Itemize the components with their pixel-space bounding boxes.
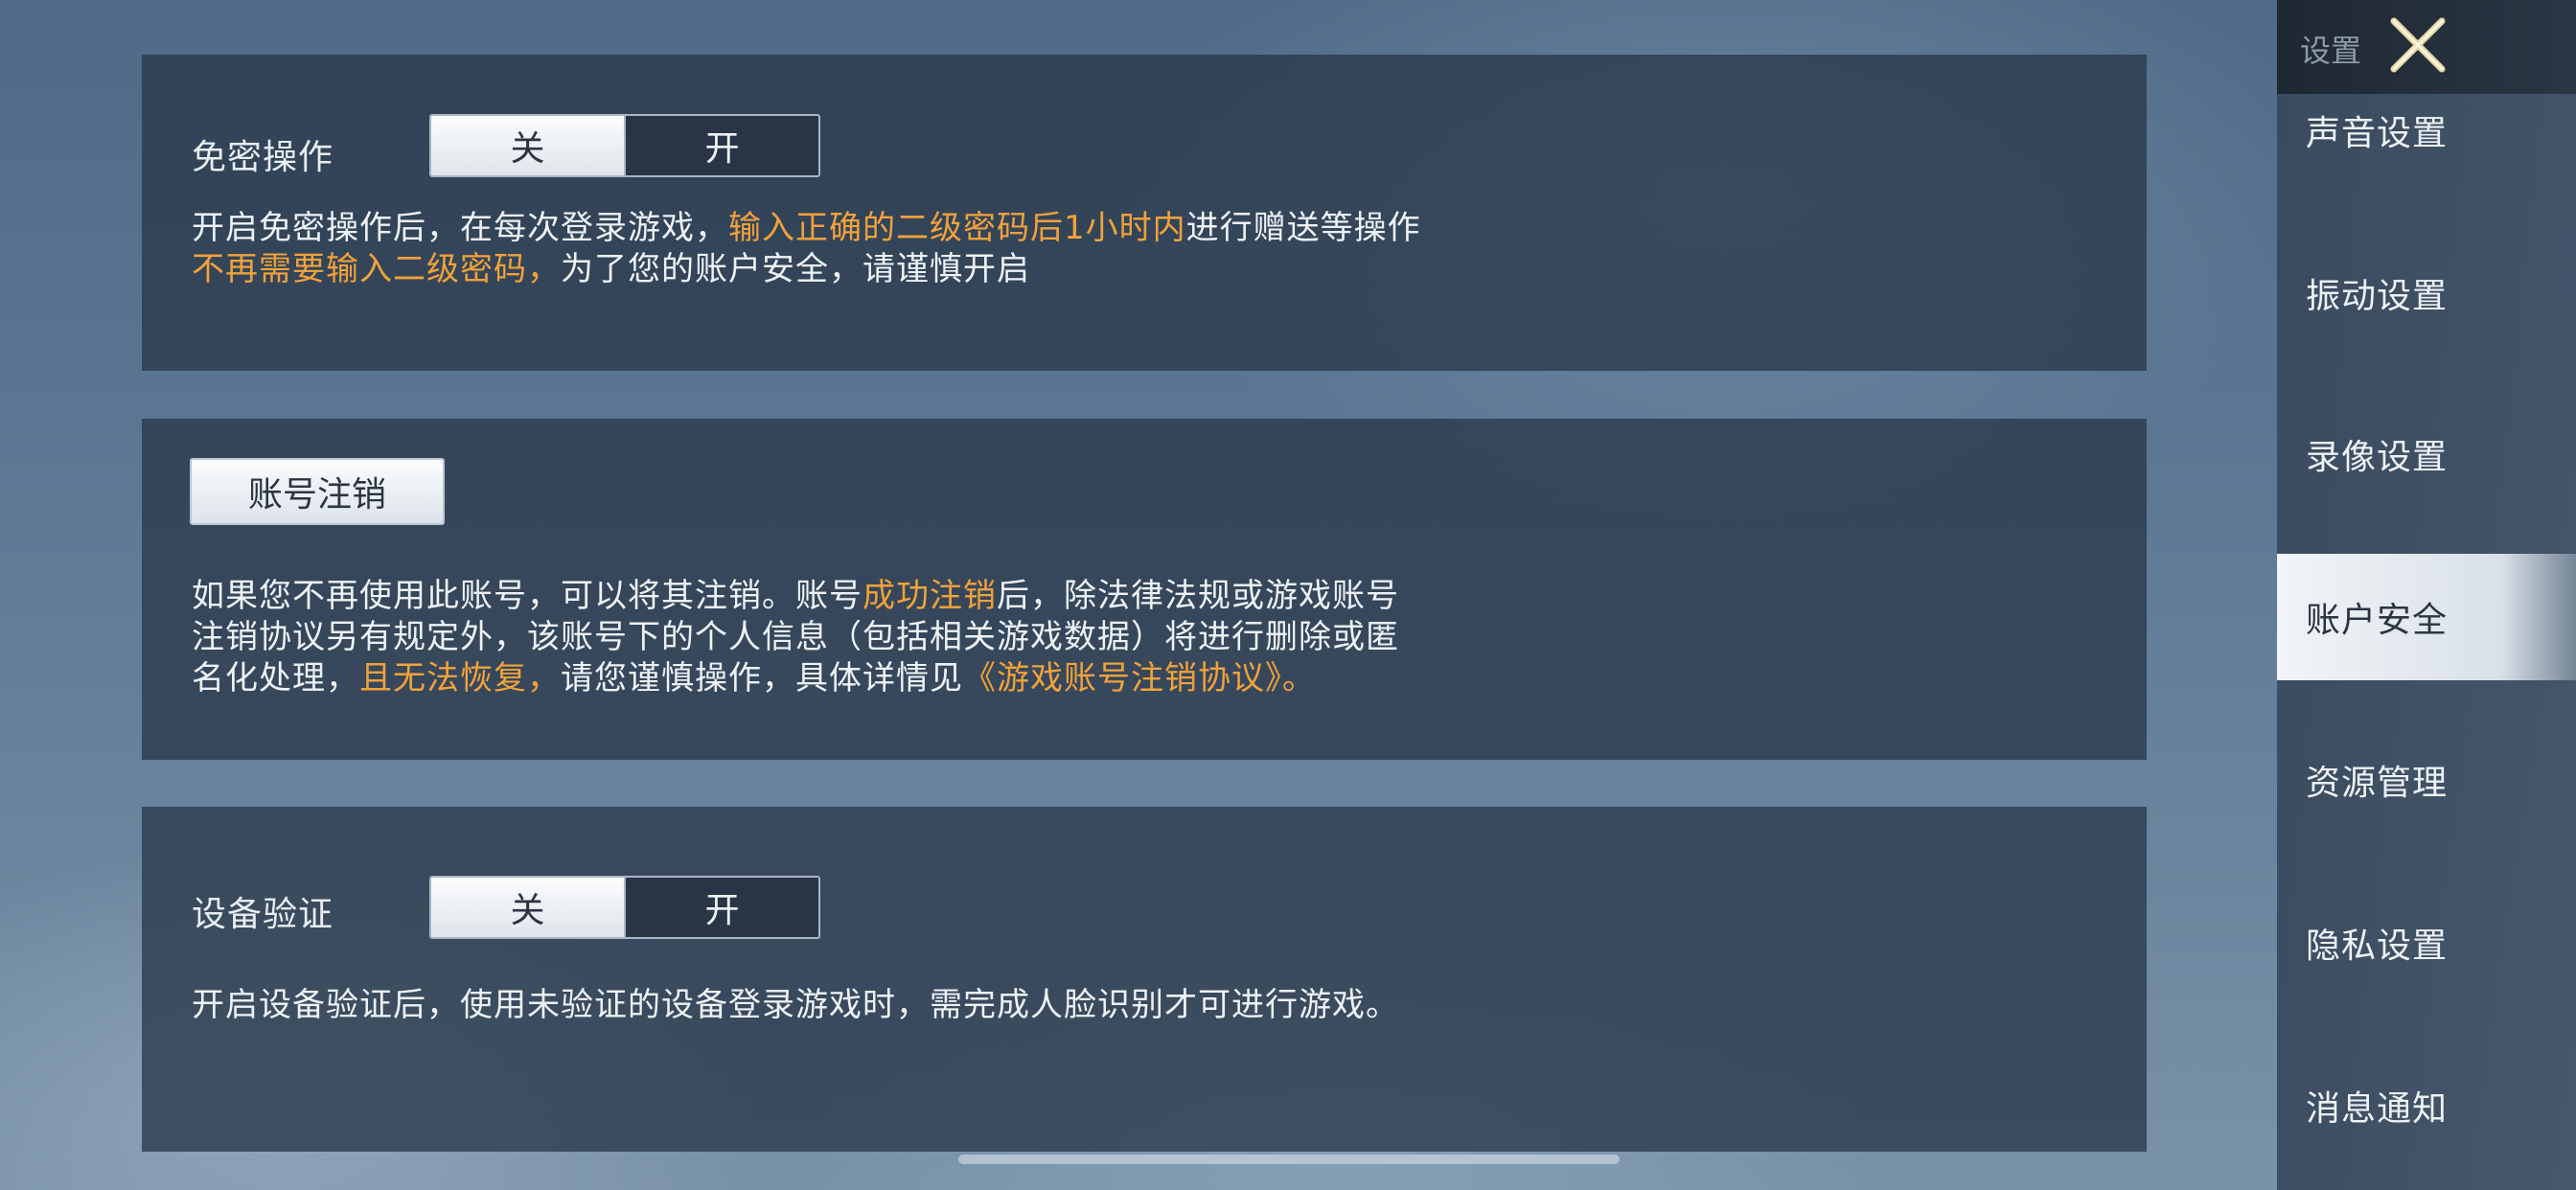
password-free-toggle-off[interactable]: 关 xyxy=(431,116,624,175)
password-free-toggle[interactable]: 关 开 xyxy=(429,114,820,177)
account-cancel-description: 如果您不再使用此账号，可以将其注销。账号成功注销后，除法律法规或游戏账号 注销协… xyxy=(192,576,1399,699)
sidebar-item-recording[interactable]: 录像设置 xyxy=(2277,391,2576,517)
desc-text: 注销协议另有规定外，该账号下的个人信息（包括相关游戏数据）将进行删除或匿 xyxy=(192,618,1399,656)
close-button[interactable] xyxy=(2384,15,2451,75)
desc-text: 进行赠送等操作 xyxy=(1185,209,1421,247)
sidebar-item-label: 振动设置 xyxy=(2306,277,2449,316)
sidebar-item-label: 录像设置 xyxy=(2306,438,2449,477)
device-verify-label: 设备验证 xyxy=(192,895,334,934)
desc-highlight: 且无法恢复， xyxy=(359,659,561,698)
password-free-label: 免密操作 xyxy=(192,138,334,177)
sidebar-item-label: 声音设置 xyxy=(2306,114,2449,153)
desc-text: 后，除法律法规或游戏账号 xyxy=(997,577,1399,615)
sidebar-item-label: 资源管理 xyxy=(2306,764,2449,803)
cancel-agreement-link[interactable]: 《游戏账号注销协议》。 xyxy=(963,659,1316,698)
desc-highlight: 成功注销 xyxy=(862,577,997,615)
desc-text: 请您谨慎操作，具体详情见 xyxy=(561,659,963,698)
sidebar-item-label: 消息通知 xyxy=(2306,1089,2449,1129)
settings-sidebar: 设置 声音设置 振动设置 录像设置 账户安全 资源管理 隐私设置 消息通知 xyxy=(2277,0,2576,1190)
password-free-panel: 免密操作 关 开 开启免密操作后，在每次登录游戏，输入正确的二级密码后1小时内进… xyxy=(142,55,2147,371)
sidebar-item-vibration[interactable]: 振动设置 xyxy=(2277,230,2576,356)
sidebar-title: 设置 xyxy=(2300,33,2362,69)
sidebar-item-label: 隐私设置 xyxy=(2306,927,2449,966)
sidebar-item-notifications[interactable]: 消息通知 xyxy=(2277,1042,2576,1169)
sidebar-item-privacy[interactable]: 隐私设置 xyxy=(2277,880,2576,1006)
password-free-description: 开启免密操作后，在每次登录游戏，输入正确的二级密码后1小时内进行赠送等操作 不再… xyxy=(192,208,1421,290)
account-cancel-panel: 账号注销 如果您不再使用此账号，可以将其注销。账号成功注销后，除法律法规或游戏账… xyxy=(142,419,2147,760)
device-verify-panel: 设备验证 关 开 开启设备验证后，使用未验证的设备登录游戏时，需完成人脸识别才可… xyxy=(142,807,2147,1152)
sidebar-item-label: 账户安全 xyxy=(2306,601,2449,640)
account-cancel-button[interactable]: 账号注销 xyxy=(190,458,445,525)
desc-highlight: 输入正确的二级密码后1小时内 xyxy=(728,209,1186,247)
password-free-toggle-on[interactable]: 开 xyxy=(624,116,818,175)
desc-text: 开启免密操作后，在每次登录游戏， xyxy=(192,209,728,247)
sidebar-item-account-security[interactable]: 账户安全 xyxy=(2277,554,2576,680)
home-indicator xyxy=(958,1155,1620,1164)
sidebar-item-resources[interactable]: 资源管理 xyxy=(2277,717,2576,843)
desc-text: 为了您的账户安全，请谨慎开启 xyxy=(561,250,1030,288)
desc-text: 名化处理， xyxy=(192,659,359,698)
device-verify-description: 开启设备验证后，使用未验证的设备登录游戏时，需完成人脸识别才可进行游戏。 xyxy=(192,986,1399,1024)
desc-highlight: 不再需要输入二级密码， xyxy=(192,250,561,288)
desc-text: 如果您不再使用此账号，可以将其注销。账号 xyxy=(192,577,862,615)
device-verify-toggle-off[interactable]: 关 xyxy=(431,878,624,937)
device-verify-toggle-on[interactable]: 开 xyxy=(624,878,818,937)
sidebar-item-sound[interactable]: 声音设置 xyxy=(2277,67,2576,194)
device-verify-toggle[interactable]: 关 开 xyxy=(429,876,820,939)
close-icon xyxy=(2390,17,2446,73)
